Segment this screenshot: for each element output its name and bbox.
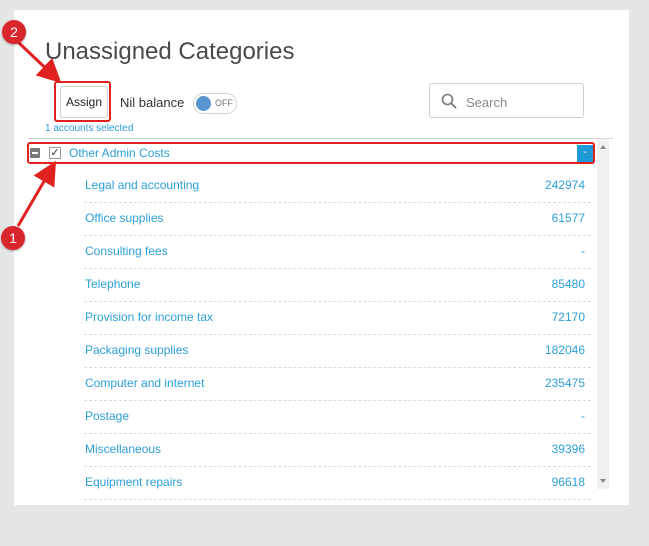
annotation-badge-2: 2 xyxy=(2,20,26,44)
annotation-arrows xyxy=(16,40,62,227)
arrow-to-checkbox xyxy=(16,160,57,227)
annotation-badge-1: 1 xyxy=(1,226,25,250)
arrow-to-assign xyxy=(16,40,62,84)
